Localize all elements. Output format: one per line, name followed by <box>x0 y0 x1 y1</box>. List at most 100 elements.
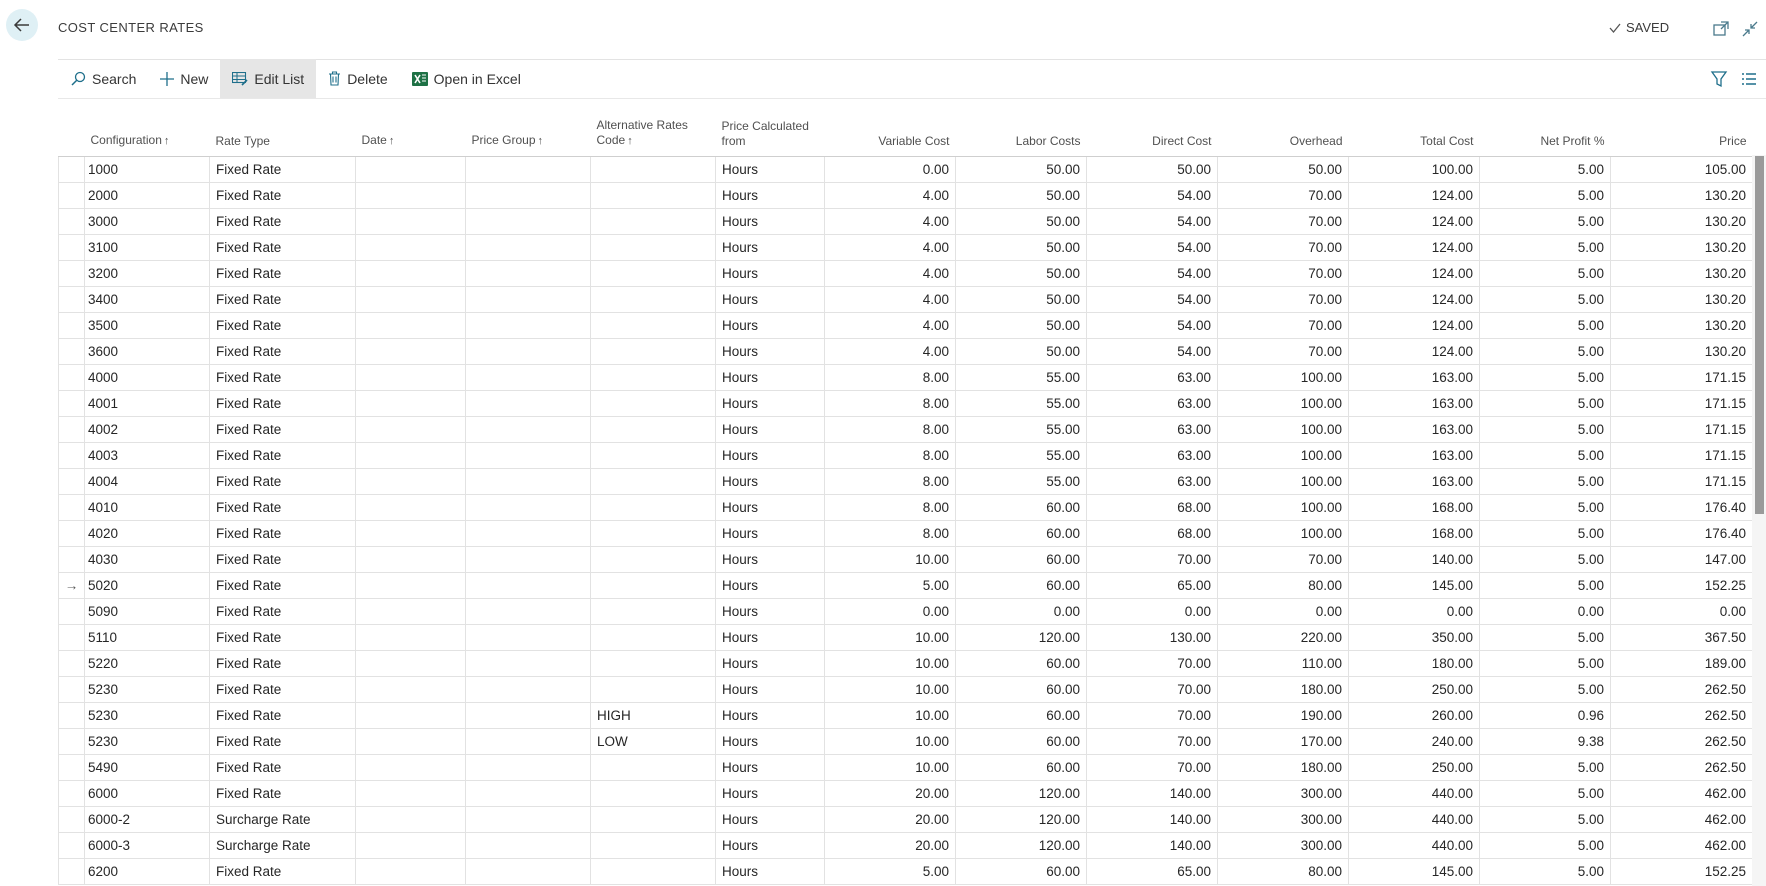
cell-variable-cost[interactable]: 4.00 <box>824 234 956 261</box>
cell-price-calculated-from[interactable]: Hours <box>715 754 825 781</box>
cell-price-calculated-from[interactable]: Hours <box>715 624 825 651</box>
cell-labor-costs[interactable]: 55.00 <box>955 442 1087 469</box>
cell-price[interactable]: 189.00 <box>1610 650 1753 677</box>
cell-net-profit[interactable]: 5.00 <box>1479 260 1611 287</box>
cell-price-group[interactable] <box>465 806 591 833</box>
cell-price-calculated-from[interactable]: Hours <box>715 832 825 859</box>
cell-net-profit[interactable]: 5.00 <box>1479 416 1611 443</box>
cell-alternative-rates-code[interactable] <box>590 754 716 781</box>
col-header-price[interactable]: Price <box>1610 112 1753 157</box>
cell-net-profit[interactable]: 5.00 <box>1479 858 1611 885</box>
table-row[interactable]: 6000 Fixed Rate Hours 20.00 120.00 140.00 300.… <box>58 780 1753 807</box>
cell-total-cost[interactable]: 240.00 <box>1348 728 1480 755</box>
cell-overhead[interactable]: 220.00 <box>1217 624 1349 651</box>
cell-price-calculated-from[interactable]: Hours <box>715 442 825 469</box>
col-header-alternative-rates-code[interactable]: Alternative Rates Code ↑ <box>590 112 716 157</box>
cell-variable-cost[interactable]: 4.00 <box>824 208 956 235</box>
cell-direct-cost[interactable]: 68.00 <box>1086 520 1218 547</box>
row-indicator[interactable] <box>58 468 85 495</box>
cell-overhead[interactable]: 70.00 <box>1217 260 1349 287</box>
delete-button[interactable]: Delete <box>316 59 399 98</box>
cell-labor-costs[interactable]: 50.00 <box>955 338 1087 365</box>
cell-direct-cost[interactable]: 140.00 <box>1086 780 1218 807</box>
row-indicator[interactable] <box>58 260 85 287</box>
cell-price-calculated-from[interactable]: Hours <box>715 208 825 235</box>
cell-price[interactable]: 130.20 <box>1610 208 1753 235</box>
cell-total-cost[interactable]: 440.00 <box>1348 780 1480 807</box>
cell-rate-type[interactable]: Fixed Rate <box>209 338 356 365</box>
table-row[interactable]: 5230 Fixed Rate Hours 10.00 60.00 70.00 180.00… <box>58 676 1753 703</box>
cell-total-cost[interactable]: 124.00 <box>1348 234 1480 261</box>
cell-alternative-rates-code[interactable] <box>590 260 716 287</box>
cell-overhead[interactable]: 300.00 <box>1217 806 1349 833</box>
cell-labor-costs[interactable]: 50.00 <box>955 156 1087 183</box>
cell-configuration[interactable]: 4002 <box>84 416 210 443</box>
cell-direct-cost[interactable]: 130.00 <box>1086 624 1218 651</box>
cell-net-profit[interactable]: 5.00 <box>1479 390 1611 417</box>
cell-overhead[interactable]: 100.00 <box>1217 364 1349 391</box>
cell-date[interactable] <box>355 416 466 443</box>
col-header-direct-cost[interactable]: Direct Cost <box>1086 112 1218 157</box>
cell-variable-cost[interactable]: 10.00 <box>824 546 956 573</box>
cell-net-profit[interactable]: 5.00 <box>1479 208 1611 235</box>
cell-date[interactable] <box>355 650 466 677</box>
cell-labor-costs[interactable]: 55.00 <box>955 364 1087 391</box>
cell-price[interactable]: 130.20 <box>1610 286 1753 313</box>
cell-direct-cost[interactable]: 70.00 <box>1086 650 1218 677</box>
cell-configuration[interactable]: 4020 <box>84 520 210 547</box>
edit-list-button[interactable]: Edit List <box>220 59 317 98</box>
row-indicator[interactable] <box>58 676 85 703</box>
row-indicator[interactable] <box>58 442 85 469</box>
cell-variable-cost[interactable]: 20.00 <box>824 780 956 807</box>
col-header-overhead[interactable]: Overhead <box>1217 112 1349 157</box>
cell-total-cost[interactable]: 350.00 <box>1348 624 1480 651</box>
table-row[interactable]: 6000-3 Surcharge Rate Hours 20.00 120.00 140.… <box>58 832 1753 859</box>
cell-price-calculated-from[interactable]: Hours <box>715 390 825 417</box>
cell-overhead[interactable]: 100.00 <box>1217 494 1349 521</box>
cell-alternative-rates-code[interactable] <box>590 390 716 417</box>
cell-net-profit[interactable]: 5.00 <box>1479 156 1611 183</box>
cell-variable-cost[interactable]: 8.00 <box>824 390 956 417</box>
cell-price-group[interactable] <box>465 546 591 573</box>
cell-total-cost[interactable]: 250.00 <box>1348 676 1480 703</box>
cell-price-group[interactable] <box>465 754 591 781</box>
cell-overhead[interactable]: 180.00 <box>1217 754 1349 781</box>
cell-variable-cost[interactable]: 10.00 <box>824 676 956 703</box>
cell-total-cost[interactable]: 250.00 <box>1348 754 1480 781</box>
cell-overhead[interactable]: 100.00 <box>1217 468 1349 495</box>
open-new-window-icon[interactable] <box>1712 20 1730 38</box>
cell-total-cost[interactable]: 145.00 <box>1348 858 1480 885</box>
cell-price[interactable]: 105.00 <box>1610 156 1753 183</box>
table-row[interactable]: 4020 Fixed Rate Hours 8.00 60.00 68.00 100.00 1… <box>58 520 1753 547</box>
cell-total-cost[interactable]: 140.00 <box>1348 546 1480 573</box>
cell-price-group[interactable] <box>465 520 591 547</box>
row-indicator[interactable] <box>58 780 85 807</box>
cell-alternative-rates-code[interactable] <box>590 624 716 651</box>
cell-overhead[interactable]: 300.00 <box>1217 780 1349 807</box>
cell-configuration[interactable]: 6000-3 <box>84 832 210 859</box>
cell-overhead[interactable]: 50.00 <box>1217 156 1349 183</box>
cell-total-cost[interactable]: 180.00 <box>1348 650 1480 677</box>
row-indicator[interactable] <box>58 754 85 781</box>
cell-configuration[interactable]: 4010 <box>84 494 210 521</box>
cell-price-group[interactable] <box>465 208 591 235</box>
table-row[interactable]: 4030 Fixed Rate Hours 10.00 60.00 70.00 70.00 1… <box>58 546 1753 573</box>
row-indicator[interactable] <box>58 728 85 755</box>
cell-price-calculated-from[interactable]: Hours <box>715 312 825 339</box>
cell-price-group[interactable] <box>465 858 591 885</box>
cell-total-cost[interactable]: 163.00 <box>1348 390 1480 417</box>
cell-direct-cost[interactable]: 54.00 <box>1086 234 1218 261</box>
cell-date[interactable] <box>355 260 466 287</box>
cell-alternative-rates-code[interactable] <box>590 468 716 495</box>
cell-alternative-rates-code[interactable] <box>590 182 716 209</box>
cell-net-profit[interactable]: 5.00 <box>1479 546 1611 573</box>
cell-date[interactable] <box>355 312 466 339</box>
cell-net-profit[interactable]: 5.00 <box>1479 650 1611 677</box>
cell-configuration[interactable]: 5230 <box>84 728 210 755</box>
cell-configuration[interactable]: 5090 <box>84 598 210 625</box>
cell-price[interactable]: 262.50 <box>1610 754 1753 781</box>
search-button[interactable]: Search <box>58 59 148 98</box>
cell-alternative-rates-code[interactable] <box>590 364 716 391</box>
cell-date[interactable] <box>355 702 466 729</box>
back-button[interactable] <box>6 9 38 41</box>
